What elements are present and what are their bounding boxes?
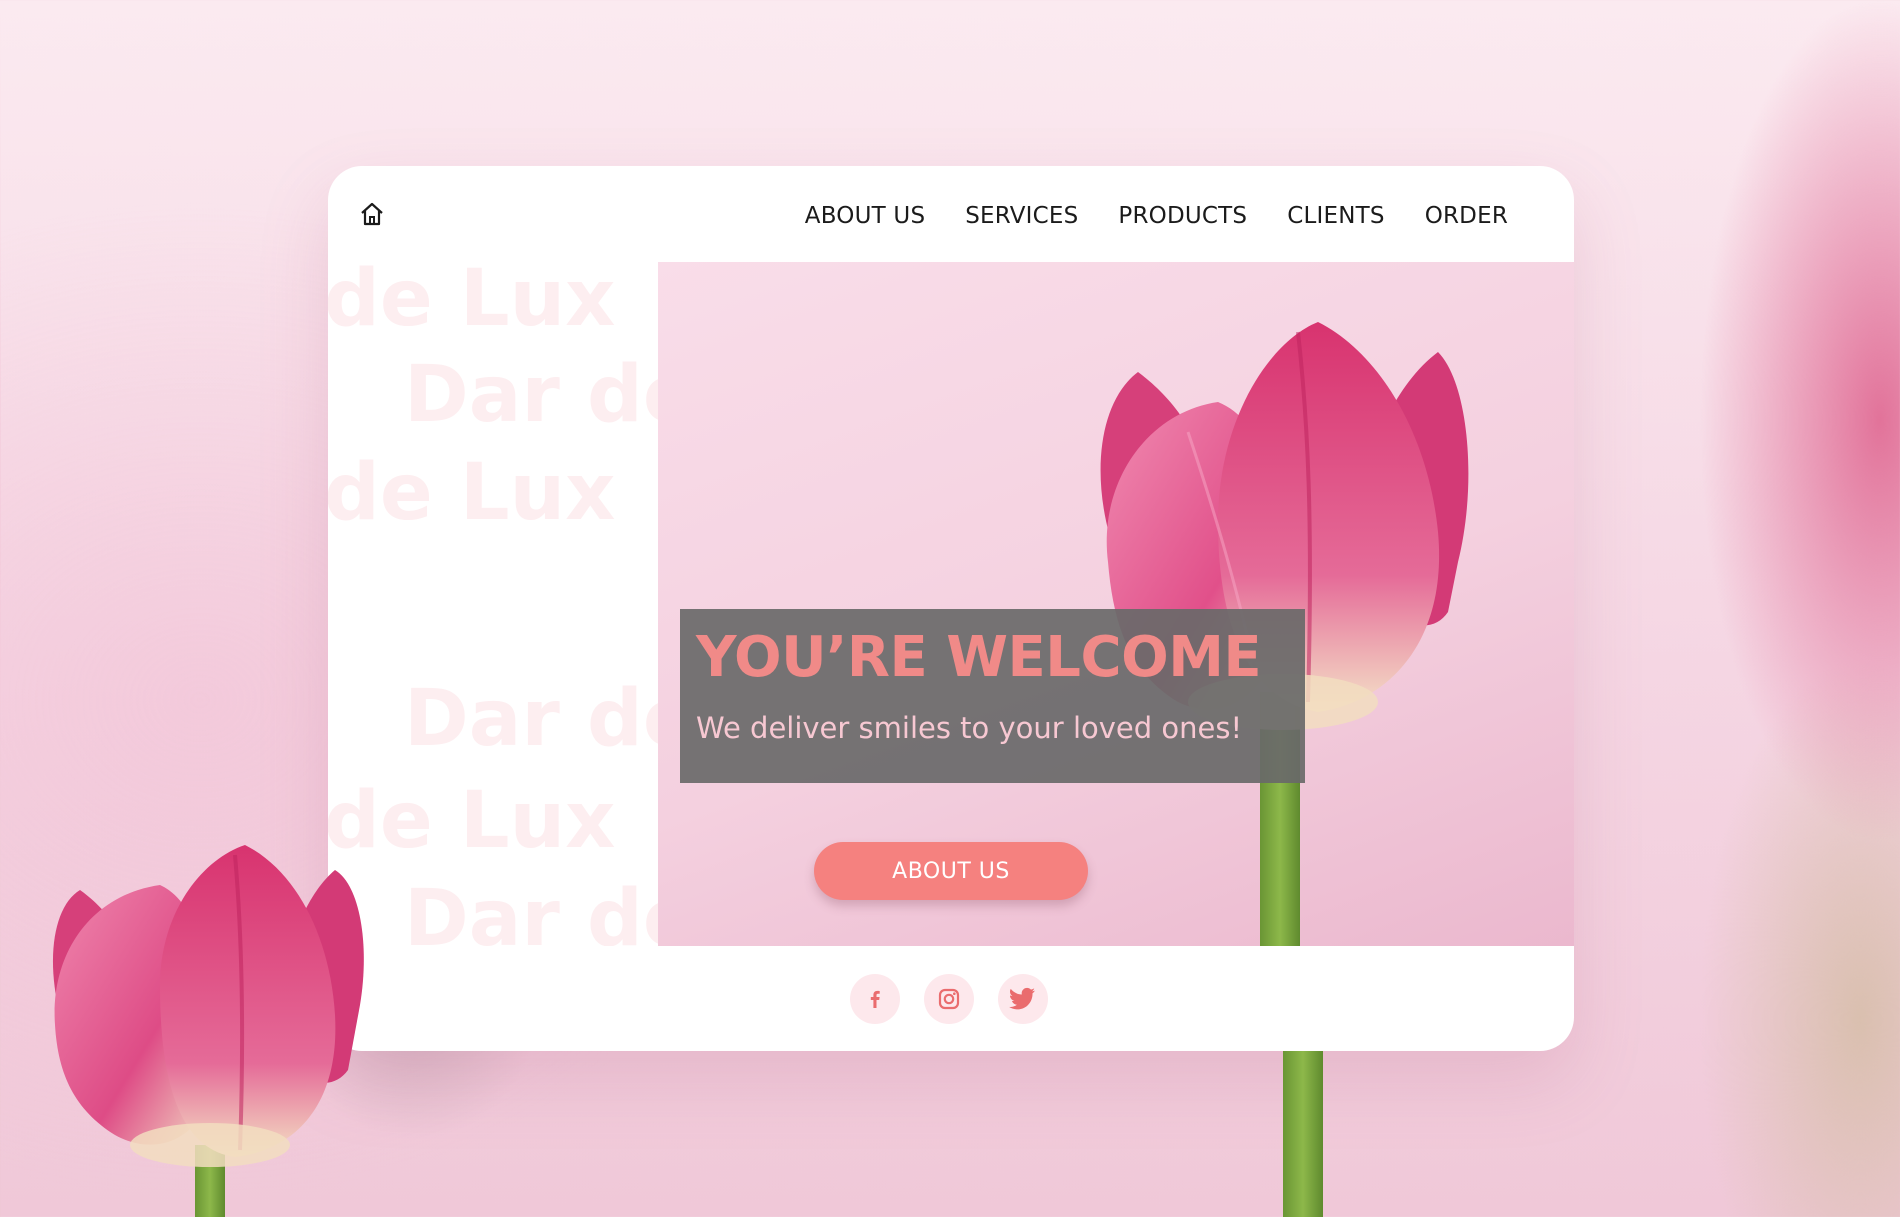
brand-watermark: de Lux Dar de de Lux Dar de de Lux Dar d… [328, 262, 658, 946]
nav-order[interactable]: ORDER [1425, 203, 1508, 229]
facebook-icon[interactable] [850, 974, 900, 1024]
tulip-decoration [30, 845, 390, 1217]
hero-image: YOU’RE WELCOME We deliver smiles to your… [658, 262, 1574, 946]
website-card: ABOUT US SERVICES PRODUCTS CLIENTS ORDER… [328, 166, 1574, 1051]
tulip-stem [1281, 1051, 1325, 1217]
watermark-line: Dar de [404, 350, 658, 440]
welcome-subtitle: We deliver smiles to your loved ones! [696, 711, 1243, 745]
nav-links: ABOUT US SERVICES PRODUCTS CLIENTS ORDER [805, 203, 1508, 229]
welcome-banner: YOU’RE WELCOME We deliver smiles to your… [680, 609, 1305, 783]
social-links [850, 974, 1048, 1024]
instagram-icon[interactable] [924, 974, 974, 1024]
watermark-line: Dar de [404, 874, 658, 946]
nav-products[interactable]: PRODUCTS [1118, 203, 1247, 229]
tulip-image [1100, 322, 1469, 946]
nav-clients[interactable]: CLIENTS [1287, 203, 1384, 229]
watermark-line: de Lux [328, 448, 616, 538]
twitter-icon[interactable] [998, 974, 1048, 1024]
watermark-line: Dar de [404, 674, 658, 764]
nav-about-us[interactable]: ABOUT US [805, 203, 925, 229]
home-icon[interactable] [358, 200, 386, 228]
nav-services[interactable]: SERVICES [965, 203, 1078, 229]
welcome-title: YOU’RE WELCOME [696, 625, 1262, 690]
watermark-line: de Lux [328, 262, 616, 344]
about-us-button[interactable]: ABOUT US [814, 842, 1088, 900]
top-nav: ABOUT US SERVICES PRODUCTS CLIENTS ORDER [328, 166, 1574, 262]
